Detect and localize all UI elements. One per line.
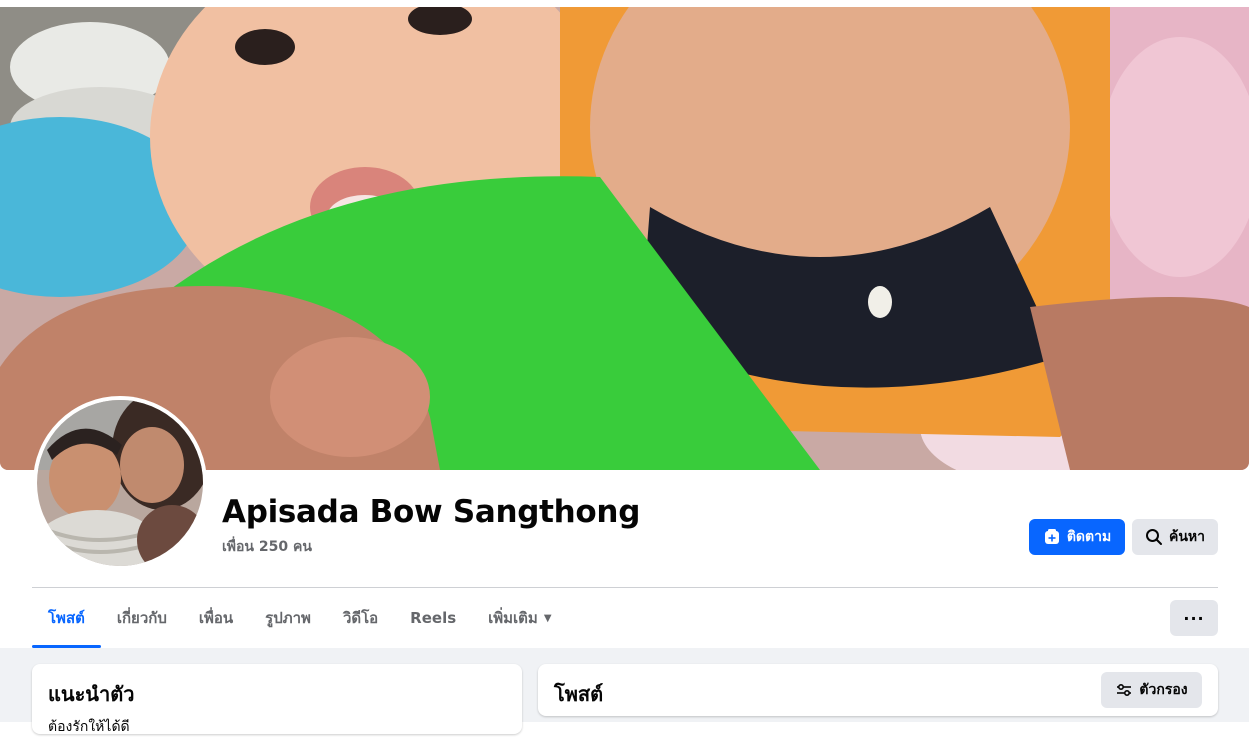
tab-label: Reels xyxy=(410,609,457,627)
follow-label: ติดตาม xyxy=(1066,529,1112,545)
tab-friends[interactable]: เพื่อน xyxy=(183,588,249,648)
tab-posts[interactable]: โพสต์ xyxy=(32,588,101,648)
tab-label: รูปภาพ xyxy=(265,609,311,627)
tab-more[interactable]: เพิ่มเติม ▼ xyxy=(472,588,567,648)
search-button[interactable]: ค้นหา xyxy=(1132,519,1218,555)
profile-avatar[interactable] xyxy=(33,396,207,570)
follow-plus-icon xyxy=(1043,528,1061,546)
profile-tabs: โพสต์ เกี่ยวกับ เพื่อน รูปภาพ วิดีโอ Ree… xyxy=(32,588,568,648)
intro-card: แนะนำตัว ต้องรักให้ได้ดี xyxy=(32,664,522,735)
cover-photo[interactable] xyxy=(0,7,1249,470)
filter-icon xyxy=(1115,681,1133,699)
tab-videos[interactable]: วิดีโอ xyxy=(327,588,394,648)
tab-label: โพสต์ xyxy=(48,609,85,627)
more-options-button[interactable]: ··· xyxy=(1170,600,1218,636)
filter-label: ตัวกรอง xyxy=(1139,682,1188,698)
posts-card: โพสต์ ตัวกรอง xyxy=(538,664,1218,716)
tab-photos[interactable]: รูปภาพ xyxy=(249,588,327,648)
intro-title: แนะนำตัว xyxy=(48,682,135,706)
tab-reels[interactable]: Reels xyxy=(394,588,472,648)
filter-button[interactable]: ตัวกรอง xyxy=(1101,672,1202,708)
ellipsis-icon: ··· xyxy=(1183,608,1205,628)
search-icon xyxy=(1145,528,1163,546)
tab-label: เกี่ยวกับ xyxy=(116,609,167,627)
friends-count[interactable]: เพื่อน 250 คน xyxy=(222,536,312,558)
follow-button[interactable]: ติดตาม xyxy=(1029,519,1125,555)
tab-label: เพิ่มเติม xyxy=(488,609,538,627)
tab-label: เพื่อน xyxy=(198,609,234,627)
tab-label: วิดีโอ xyxy=(342,609,379,627)
dropdown-arrow-icon: ▼ xyxy=(543,612,552,624)
search-label: ค้นหา xyxy=(1168,529,1206,545)
posts-title: โพสต์ xyxy=(554,682,604,706)
tab-about[interactable]: เกี่ยวกับ xyxy=(101,588,183,648)
intro-bio: ต้องรักให้ได้ดี xyxy=(48,719,130,735)
profile-name: Apisada Bow Sangthong xyxy=(222,494,641,530)
